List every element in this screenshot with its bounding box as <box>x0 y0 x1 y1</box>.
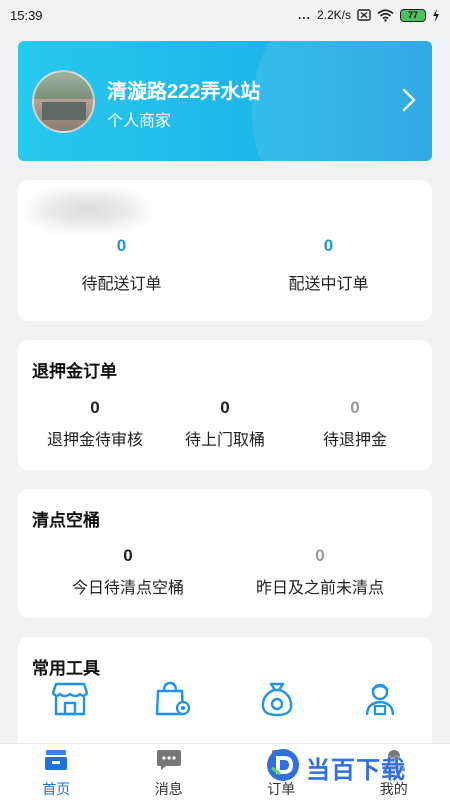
tab-home[interactable]: 首页 <box>0 744 113 800</box>
home-icon <box>43 748 69 777</box>
tools-row <box>18 681 432 722</box>
refund-title: 退押金订单 <box>32 362 117 381</box>
bucket-pickup-label: 待上门取桶 <box>184 432 265 449</box>
refund-pending-label: 待退押金 <box>322 432 387 449</box>
refund-pending-stat[interactable]: 0 待退押金 <box>286 398 424 450</box>
bucket-pickup-count: 0 <box>220 398 230 417</box>
tools-title: 常用工具 <box>32 659 100 678</box>
status-dots: ... <box>297 8 311 22</box>
blurred-user-name <box>28 190 148 230</box>
earlier-bucket-stat[interactable]: 0 昨日及之前未清点 <box>230 546 410 598</box>
in-delivery-count: 0 <box>323 236 334 255</box>
status-bar: 15:39 ... 2.2K/s 77 <box>0 0 450 30</box>
refund-pending-count: 0 <box>350 398 360 417</box>
bucket-count-card: 清点空桶 0 今日待清点空桶 0 昨日及之前未清点 <box>18 489 432 618</box>
status-time: 15:39 <box>10 7 43 23</box>
refund-review-count: 0 <box>90 398 100 417</box>
earlier-bucket-count: 0 <box>315 546 325 565</box>
bag-settings-icon <box>154 681 192 722</box>
delivery-person-icon <box>361 681 399 722</box>
refund-review-label: 退押金待审核 <box>46 432 143 449</box>
delivery-card: 0 待配送订单 0 配送中订单 <box>18 180 432 321</box>
chevron-right-icon <box>402 88 416 117</box>
tab-messages-label: 消息 <box>154 781 183 797</box>
network-speed: 2.2K/s <box>316 8 351 22</box>
status-indicators: ... 2.2K/s 77 <box>298 8 440 22</box>
bucket-count-title: 清点空桶 <box>32 511 100 530</box>
in-delivery-label: 配送中订单 <box>288 276 369 293</box>
store-banner[interactable]: 清漩路222弄水站 个人商家 <box>18 41 432 161</box>
tool-goods[interactable] <box>122 681 226 722</box>
sim-off-icon <box>357 9 371 21</box>
store-avatar <box>32 70 95 133</box>
store-type: 个人商家 <box>107 113 172 130</box>
tool-finance[interactable] <box>225 681 329 722</box>
pending-delivery-count: 0 <box>116 236 127 255</box>
store-name: 清漩路222弄水站 <box>107 81 261 103</box>
pending-delivery-label: 待配送订单 <box>81 276 162 293</box>
today-bucket-stat[interactable]: 0 今日待清点空桶 <box>38 546 218 598</box>
today-bucket-count: 0 <box>123 546 133 565</box>
wifi-icon <box>377 8 394 22</box>
tools-card: 常用工具 <box>18 637 432 757</box>
store-icon <box>51 681 89 722</box>
money-bag-icon <box>258 681 296 722</box>
watermark-logo-icon <box>266 748 300 787</box>
bucket-pickup-stat[interactable]: 0 待上门取桶 <box>156 398 294 450</box>
watermark-text: 当百下载 <box>306 757 406 784</box>
tool-store[interactable] <box>18 681 122 722</box>
earlier-bucket-label: 昨日及之前未清点 <box>255 580 384 597</box>
battery-icon: 77 <box>400 8 426 22</box>
message-icon <box>156 748 182 777</box>
refund-review-stat[interactable]: 0 退押金待审核 <box>18 398 172 450</box>
tool-delivery-staff[interactable] <box>329 681 433 722</box>
watermark: 当百下载 <box>266 748 406 787</box>
pending-delivery-stat[interactable]: 0 待配送订单 <box>18 236 225 294</box>
in-delivery-stat[interactable]: 0 配送中订单 <box>225 236 432 294</box>
today-bucket-label: 今日待清点空桶 <box>71 580 184 597</box>
charging-icon <box>432 8 440 22</box>
tab-messages[interactable]: 消息 <box>113 744 226 800</box>
tab-home-label: 首页 <box>42 781 71 797</box>
refund-card: 退押金订单 0 退押金待审核 0 待上门取桶 0 待退押金 <box>18 340 432 470</box>
